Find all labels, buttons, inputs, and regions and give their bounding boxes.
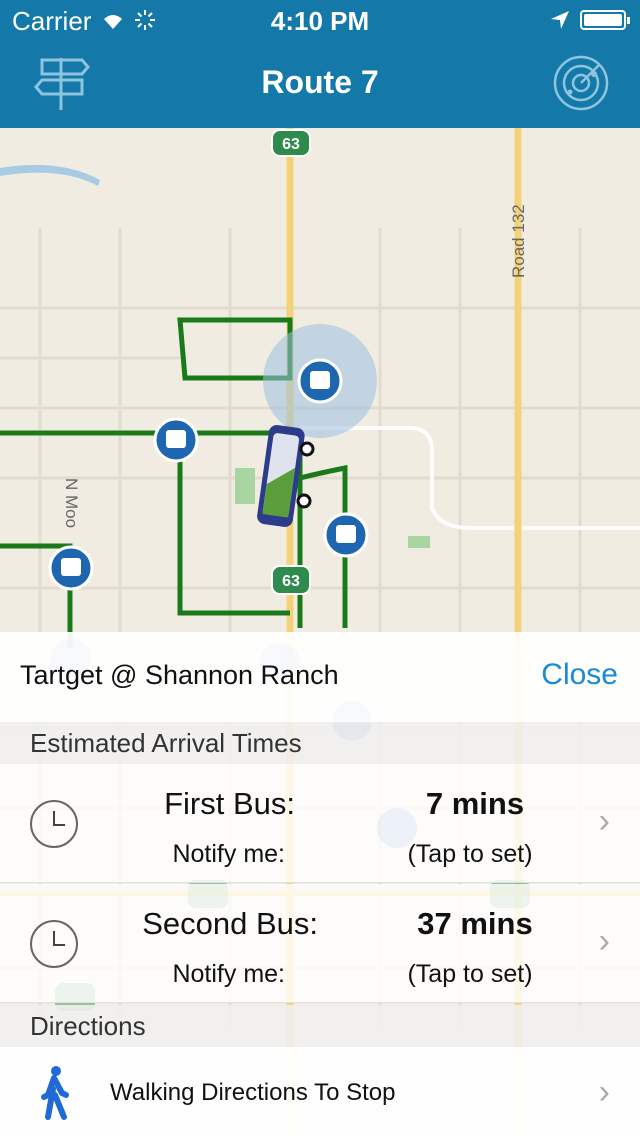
bus-stop-icon: [297, 358, 343, 404]
walking-directions-row[interactable]: Walking Directions To Stop ›: [0, 1047, 640, 1136]
chevron-right-icon: ›: [598, 802, 610, 840]
bus-stop-icon: [323, 512, 369, 558]
svg-text:63: 63: [282, 573, 300, 590]
bus-stop-icon: [48, 545, 94, 591]
directions-title: Directions: [30, 1011, 146, 1041]
arrival-row-second[interactable]: Second Bus: 37 mins Notify me: (Tap to s…: [0, 884, 640, 1003]
svg-text:N Moo: N Moo: [62, 478, 81, 528]
page-title: Route 7: [261, 64, 379, 100]
svg-text:63: 63: [282, 136, 300, 153]
bus-stop-icon: [153, 417, 199, 463]
stop-header: Tartget @ Shannon Ranch Close: [0, 632, 640, 723]
radar-icon[interactable]: [552, 54, 610, 112]
clock-icon: [30, 800, 78, 848]
svg-text:Road 132: Road 132: [509, 204, 528, 278]
directions-header: Directions: [0, 1005, 640, 1047]
second-bus-eta: 37 mins: [417, 906, 533, 941]
second-bus-label: Second Bus:: [142, 906, 318, 941]
walking-person-icon: [41, 1066, 69, 1120]
first-bus-notify-label: Notify me:: [172, 840, 285, 868]
stop-name: Tartget @ Shannon Ranch: [20, 660, 339, 690]
chevron-right-icon: ›: [598, 1073, 610, 1111]
walking-directions-label: Walking Directions To Stop: [110, 1079, 396, 1106]
first-bus-eta: 7 mins: [425, 786, 525, 821]
clock-time: 4:10 PM: [270, 6, 370, 36]
close-button[interactable]: Close: [541, 658, 618, 692]
first-bus-label: First Bus:: [164, 786, 295, 821]
highway-shield-63-top: 63: [271, 129, 311, 157]
arrival-times-header: Estimated Arrival Times: [0, 722, 640, 764]
first-bus-notify-value[interactable]: (Tap to set): [380, 840, 560, 869]
highway-shield-63-mid: 63: [271, 565, 311, 595]
status-bar: Carrier 4:10 PM: [0, 0, 640, 40]
second-bus-notify-label: Notify me:: [172, 960, 285, 988]
location-arrow-icon: [551, 11, 569, 29]
battery-icon: [580, 10, 630, 30]
arrival-row-first[interactable]: First Bus: 7 mins Notify me: (Tap to set…: [0, 764, 640, 883]
arrival-times-title: Estimated Arrival Times: [30, 728, 302, 758]
stop-info-panel: Tartget @ Shannon Ranch Close Estimated …: [0, 632, 640, 1136]
second-bus-notify-value[interactable]: (Tap to set): [380, 960, 560, 989]
navigation-bar: Route 7: [0, 40, 640, 128]
clock-icon: [30, 920, 78, 968]
chevron-right-icon: ›: [598, 922, 610, 960]
